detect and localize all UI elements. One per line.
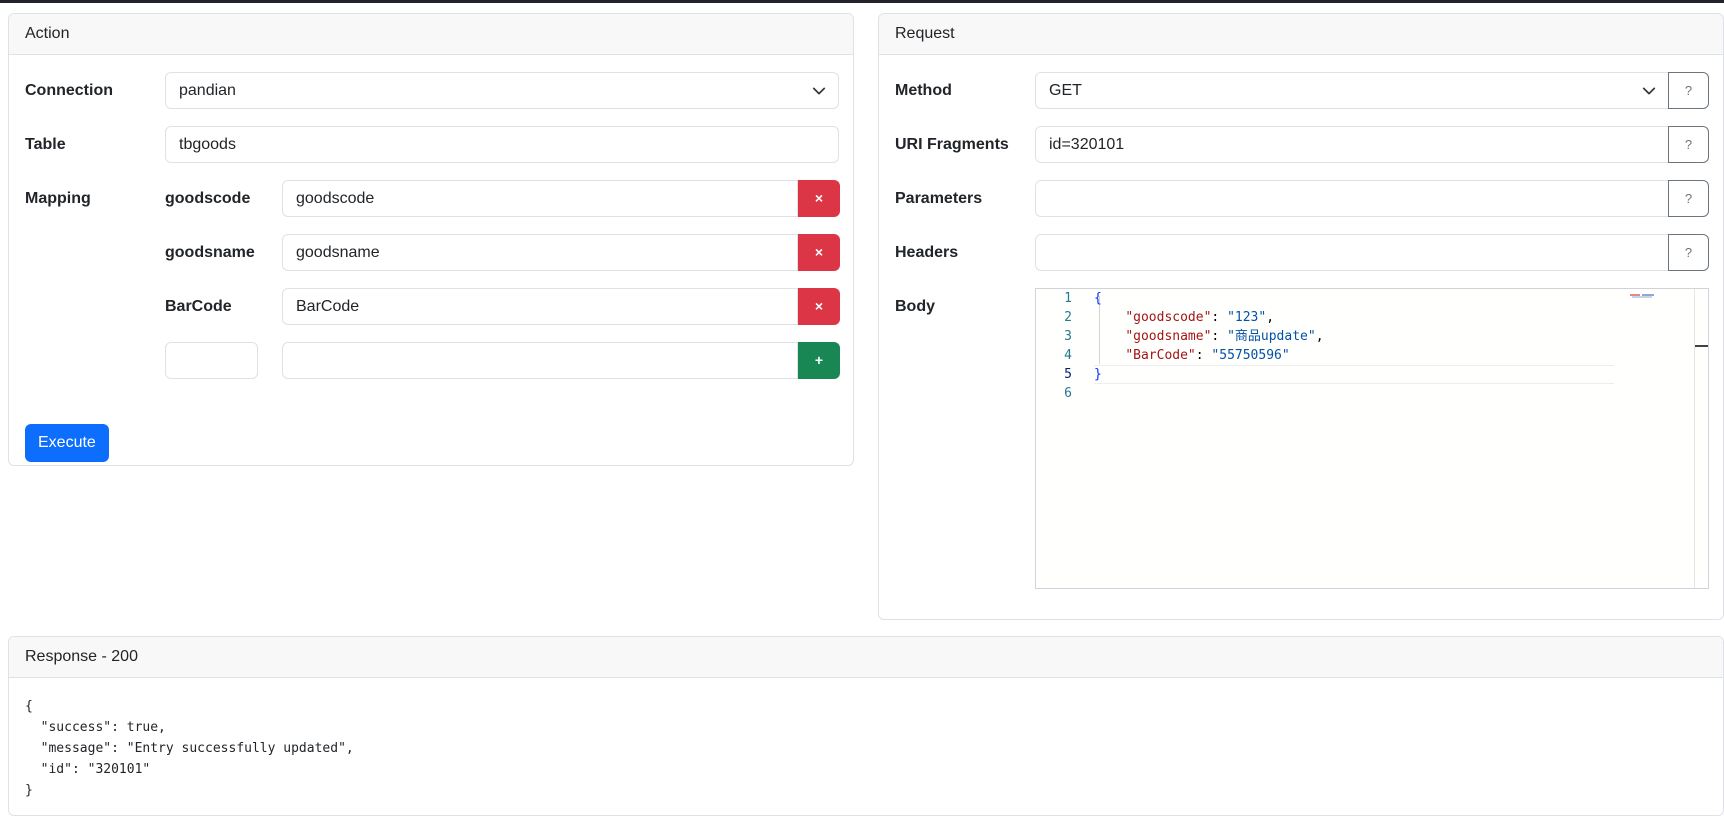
parameters-label: Parameters: [895, 190, 983, 207]
editor-overview-cursor: [1695, 345, 1708, 347]
uri-fragments-input[interactable]: id=320101: [1035, 126, 1669, 163]
line-number: 6: [1064, 386, 1072, 401]
json-key: "BarCode": [1125, 348, 1196, 363]
mapping-label: Mapping: [25, 190, 91, 207]
remove-mapping-button[interactable]: ×: [798, 180, 840, 217]
chevron-down-icon: [812, 87, 826, 95]
code-brace: {: [1094, 291, 1102, 306]
headers-input[interactable]: [1035, 234, 1669, 271]
code-brace: }: [1094, 367, 1102, 382]
request-card: Request Method GET ? URI Fragments id=32…: [878, 13, 1724, 620]
editor-minimap[interactable]: [1630, 294, 1656, 298]
response-card: Response - 200 { "success": true, "messa…: [8, 636, 1724, 816]
new-mapping-value-input[interactable]: [282, 342, 798, 379]
json-value: "55750596": [1211, 348, 1290, 363]
json-key: "goodsname": [1125, 329, 1212, 344]
action-card: Action Connection pandian Table tbgoods …: [8, 13, 854, 466]
top-border: [0, 0, 1724, 3]
action-card-header: Action: [9, 14, 853, 55]
connection-select-value: pandian: [179, 82, 236, 99]
question-icon: ?: [1684, 191, 1693, 206]
connection-label: Connection: [25, 82, 113, 99]
headers-help-button[interactable]: ?: [1668, 234, 1709, 271]
question-icon: ?: [1684, 83, 1693, 98]
mapping-key-goodsname: goodsname: [165, 244, 255, 261]
method-select-value: GET: [1049, 82, 1082, 99]
json-value: "商品update": [1227, 329, 1316, 344]
method-select[interactable]: GET: [1035, 72, 1669, 109]
json-key: "goodscode": [1125, 310, 1212, 325]
uri-help-button[interactable]: ?: [1668, 126, 1709, 163]
body-code-editor[interactable]: 1 2 3 4 5 6 { "goodscode": "123", "goods…: [1035, 288, 1709, 589]
remove-mapping-button[interactable]: ×: [798, 288, 840, 325]
execute-button[interactable]: Execute: [25, 424, 109, 462]
question-icon: ?: [1684, 137, 1693, 152]
body-code: { "goodscode": "123", "goodsname": "商品up…: [1094, 291, 1324, 382]
response-card-header: Response - 200: [9, 637, 1723, 678]
line-number-gutter: 1 2 3 4 5 6: [1036, 289, 1086, 403]
question-icon: ?: [1684, 245, 1693, 260]
connection-select[interactable]: pandian: [165, 72, 839, 109]
method-help-button[interactable]: ?: [1668, 72, 1709, 109]
line-number: 1: [1064, 291, 1072, 306]
line-number: 2: [1064, 310, 1072, 325]
chevron-down-icon: [1642, 87, 1656, 95]
mapping-key-goodscode: goodscode: [165, 190, 251, 207]
json-value: "123": [1227, 310, 1267, 325]
table-label: Table: [25, 136, 66, 153]
method-label: Method: [895, 82, 952, 99]
response-body: { "success": true, "message": "Entry suc…: [25, 699, 354, 798]
editor-scrollbar-track[interactable]: [1694, 289, 1695, 588]
uri-fragments-label: URI Fragments: [895, 136, 1009, 153]
remove-mapping-button[interactable]: ×: [798, 234, 840, 271]
mapping-value-input[interactable]: goodscode: [282, 180, 798, 217]
close-icon: ×: [814, 298, 824, 314]
line-number: 5: [1064, 367, 1072, 382]
close-icon: ×: [814, 244, 824, 260]
add-mapping-button[interactable]: +: [798, 342, 840, 379]
parameters-help-button[interactable]: ?: [1668, 180, 1709, 217]
parameters-input[interactable]: [1035, 180, 1669, 217]
mapping-key-barcode: BarCode: [165, 298, 232, 315]
plus-icon: +: [814, 352, 824, 368]
headers-label: Headers: [895, 244, 959, 261]
table-input[interactable]: tbgoods: [165, 126, 839, 163]
new-mapping-key-input[interactable]: [165, 342, 258, 379]
body-label: Body: [895, 298, 935, 315]
mapping-value-input[interactable]: BarCode: [282, 288, 798, 325]
line-number: 4: [1064, 348, 1072, 363]
close-icon: ×: [814, 190, 824, 206]
line-number: 3: [1064, 329, 1072, 344]
request-card-header: Request: [879, 14, 1723, 55]
mapping-value-input[interactable]: goodsname: [282, 234, 798, 271]
